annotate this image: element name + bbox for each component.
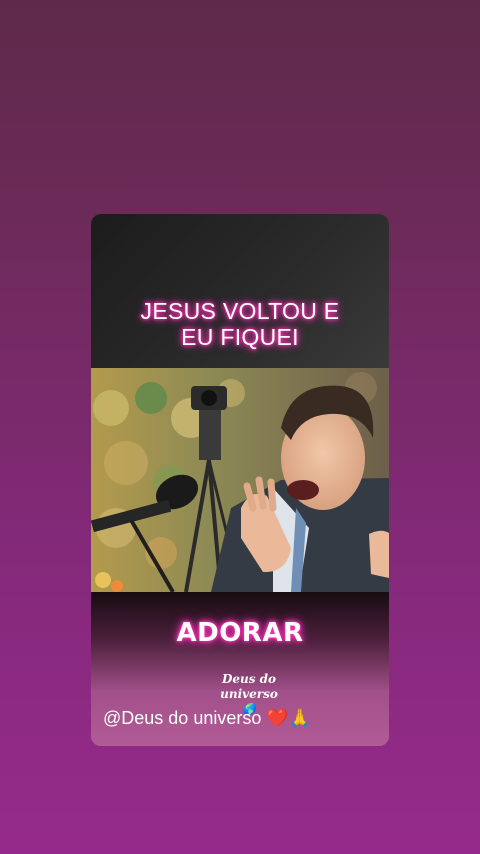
headline-text: JESUS VOLTOU E EU FIQUEI	[91, 298, 389, 350]
mention-tag[interactable]: @Deus do universo ❤️🙏	[103, 708, 311, 729]
headline-line-1: JESUS VOLTOU E	[140, 298, 340, 324]
video-frame[interactable]	[91, 368, 389, 592]
sticker-line-2: universo	[220, 687, 278, 701]
sticker-line-1: Deus do	[221, 672, 277, 686]
speaker-image	[91, 368, 389, 592]
headline-box: JESUS VOLTOU E EU FIQUEI	[91, 214, 389, 368]
caption-text: ADORAR	[176, 618, 304, 648]
headline-line-2: EU FIQUEI	[181, 324, 299, 350]
caption-area: ADORAR Deus do universo 🌎 @Deus do unive…	[91, 592, 389, 746]
story-card: JESUS VOLTOU E EU FIQUEI ADORAR Deus do …	[91, 214, 389, 746]
